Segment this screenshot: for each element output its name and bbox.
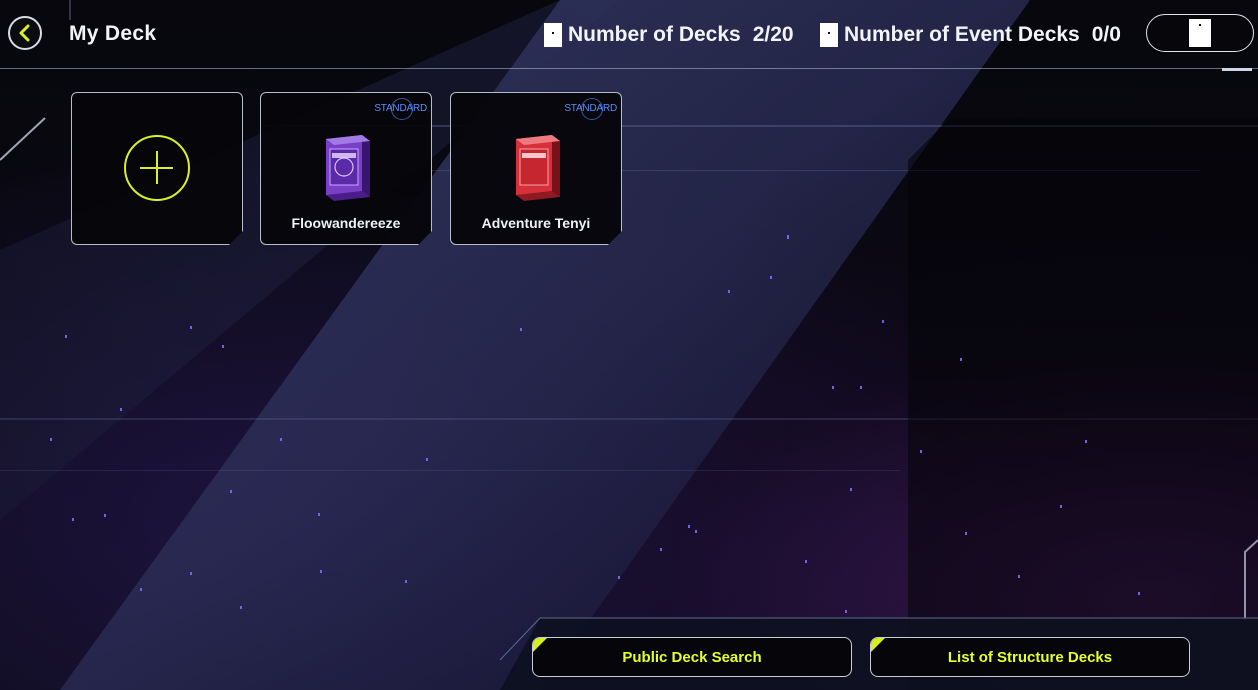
add-deck-button[interactable] xyxy=(71,92,243,245)
structure-decks-button[interactable]: List of Structure Decks xyxy=(870,637,1190,677)
chevron-left-icon xyxy=(19,24,30,42)
header-divider-accent xyxy=(1222,68,1252,71)
deck-count-stat: Number of Decks 2/20 xyxy=(544,22,794,48)
structure-decks-label: List of Structure Decks xyxy=(947,648,1113,666)
deck-name: Adventure Tenyi xyxy=(481,215,591,231)
plus-icon xyxy=(124,135,190,201)
public-deck-search-button[interactable]: Public Deck Search xyxy=(532,637,852,677)
button-accent xyxy=(871,638,886,653)
deck-name: Floowandereeze xyxy=(291,215,401,231)
deck-card-adventure-tenyi[interactable]: STANDARD Adventure Tenyi xyxy=(450,92,622,245)
standard-badge: STANDARD xyxy=(374,103,427,114)
back-button[interactable] xyxy=(8,16,42,50)
deck-count-icon xyxy=(544,23,562,47)
deck-count-value: 2/20 xyxy=(752,23,794,46)
standard-badge: STANDARD xyxy=(564,103,617,114)
event-deck-count-value: 0/0 xyxy=(1091,23,1121,46)
public-deck-search-label: Public Deck Search xyxy=(622,648,762,666)
deck-count-label: Number of Decks xyxy=(568,23,741,46)
deck-box-icon xyxy=(510,133,564,203)
event-deck-count-label: Number of Event Decks xyxy=(844,23,1080,46)
deck-card-floowandereeze[interactable]: STANDARD Floowandereeze xyxy=(260,92,432,245)
menu-button[interactable] xyxy=(1146,14,1254,52)
deck-screen: My Deck Number of Decks 2/20 Number of E… xyxy=(0,0,1258,690)
button-accent xyxy=(533,638,548,653)
menu-icon xyxy=(1189,19,1211,47)
deck-box-icon xyxy=(320,133,374,203)
event-deck-count-icon xyxy=(820,23,838,47)
header-divider xyxy=(0,68,1258,69)
event-deck-count-stat: Number of Event Decks 0/0 xyxy=(820,22,1121,48)
page-title: My Deck xyxy=(69,22,157,45)
